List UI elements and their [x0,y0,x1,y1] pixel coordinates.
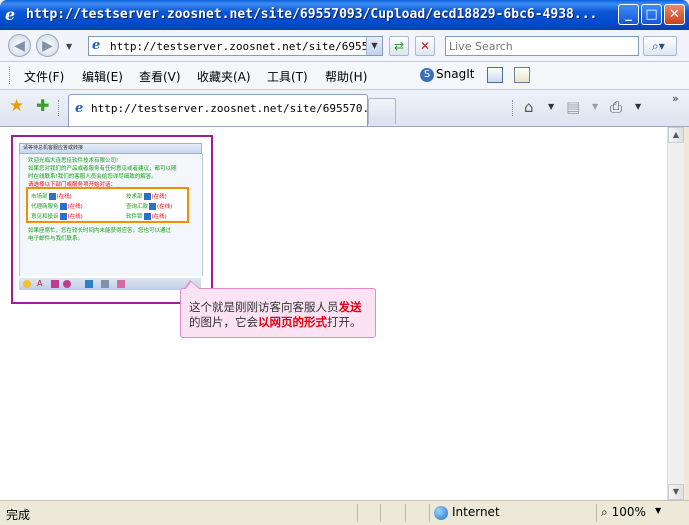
address-url[interactable]: http://testserver.zoosnet.net/site/69557… [110,40,366,53]
service-item[interactable]: 代理商服务 (在线) [31,202,83,210]
search-box[interactable] [445,36,639,56]
feeds-icon[interactable]: ▤ [566,98,580,116]
menu-tools[interactable]: 工具(T) [267,68,308,85]
welcome-line: 欢迎光临大连思佳软件技术有限公司! [28,158,119,164]
tab-active[interactable]: e http://testserver.zoosnet.net/site/695… [68,94,382,126]
embedded-screenshot: 请等待总机客服应答或转接 欢迎光临大连思佳软件技术有限公司! 如果您对我们的产品… [11,135,213,304]
forward-button[interactable]: ▶ [36,34,59,57]
annotation-callout: 这个就是刚刚访客向客服人员发送 的图片，它会以网页的形式打开。 [180,288,376,338]
vertical-scrollbar[interactable]: ▲ ▼ [667,127,684,500]
browser-window: e http://testserver.zoosnet.net/site/695… [0,0,689,525]
maximize-button[interactable]: □ [641,4,662,25]
snagit-icon: S [420,67,434,82]
title-bar[interactable]: e http://testserver.zoosnet.net/site/695… [0,0,689,30]
home-icon[interactable]: ⌂ [524,98,534,116]
recent-pages-dropdown[interactable]: ▼ [66,42,72,51]
new-tab-button[interactable] [368,98,396,124]
file-icon[interactable] [117,280,125,288]
qq-icon [59,203,67,210]
font-icon[interactable]: A [37,280,45,288]
print-chat-icon[interactable] [101,280,109,288]
status-divider [429,504,430,522]
callout-line-1: 这个就是刚刚访客向客服人员发送 [189,300,362,314]
stop-button[interactable]: ✕ [415,36,435,56]
tab-toolbar: ★ ✚ e http://testserver.zoosnet.net/site… [0,90,689,127]
callout-pointer-fill [186,282,199,289]
favorites-star-icon[interactable]: ★ [9,96,24,116]
screenshot-icon[interactable] [63,280,71,288]
menu-view[interactable]: 查看(V) [139,68,181,85]
info-line-2: 时在线联系!我们的客服人员会给您详尽细致的解答。 [28,174,157,180]
status-divider [380,504,381,522]
busy-line-2: 电子邮件与我们联系。 [28,236,84,242]
capture-edit-icon[interactable] [514,67,530,83]
menu-help[interactable]: 帮助(H) [325,68,367,85]
snagit-button[interactable]: S SnagIt [420,67,474,82]
status-divider [357,504,358,522]
status-divider [405,504,406,522]
embedded-header: 请等待总机客服应答或转接 [19,143,202,154]
address-toolbar: ◀ ▶ ▼ e http://testserver.zoosnet.net/si… [0,30,689,62]
menu-favorites[interactable]: 收藏夹(A) [197,68,251,85]
scroll-down-button[interactable]: ▼ [668,484,684,500]
service-item[interactable]: 查询汇款 (在线) [126,202,172,210]
menu-file[interactable]: 文件(F) [24,68,64,85]
info-line-1: 如果您对我们的产品或者服务有任何意见或者建议，都可以随 [28,166,177,172]
service-item[interactable]: 市场部 (在线) [31,192,72,200]
qq-icon [149,203,157,210]
emoticon-icon[interactable] [23,280,31,288]
status-divider [596,504,597,522]
tab-title: http://testserver.zoosnet.net/site/69557… [91,102,383,115]
command-grip [512,100,513,116]
snagit-label: SnagIt [436,67,475,81]
chat-panel: 欢迎光临大连思佳软件技术有限公司! 如果您对我们的产品或者服务有任何意见或者建议… [19,154,203,276]
tab-grip [58,100,59,116]
close-button[interactable]: ✕ [664,4,685,25]
service-list: 市场部 (在线) 技术部 (在线) 代理商服务 (在线) 查询汇款 (在线) 意见和投诉… [26,187,189,223]
search-input[interactable] [449,38,629,54]
status-bar: 完成 Internet ⌕ 100% ▼ [0,500,689,525]
menu-edit[interactable]: 编辑(E) [82,68,123,85]
zoom-level[interactable]: ⌕ 100% [601,505,646,520]
address-bar[interactable]: e http://testserver.zoosnet.net/site/695… [88,36,383,56]
save-icon[interactable] [85,280,93,288]
service-item[interactable]: 意见和投诉 (在线) [31,212,83,220]
page-favicon-icon: e [92,38,101,53]
print-dropdown[interactable]: ▼ [635,102,641,111]
qq-icon [143,193,151,200]
minimize-button[interactable]: _ [618,4,639,25]
menu-bar: 文件(F) 编辑(E) 查看(V) 收藏夹(A) 工具(T) 帮助(H) S Sn… [0,62,689,90]
chat-toolbar: A [19,278,201,290]
add-favorites-icon[interactable]: ✚ [36,96,49,115]
service-item[interactable]: 技术部 (在线) [126,192,167,200]
menu-grip[interactable] [9,67,13,84]
status-text: 完成 [6,508,31,522]
callout-line-2: 的图片，它会以网页的形式打开。 [189,315,362,329]
scroll-up-button[interactable]: ▲ [668,127,684,143]
search-icon: ⌕▾ [652,39,665,53]
qq-icon [48,193,56,200]
tab-favicon-icon: e [75,101,84,116]
window-title: http://testserver.zoosnet.net/site/69557… [26,7,598,22]
capture-window-icon[interactable] [487,67,503,83]
ie-logo-icon: e [5,5,16,24]
service-item[interactable]: 软件锁 (在线) [126,212,167,220]
busy-line-1: 如果座席忙，您在较长时间内未能获得应答，您也可以通过 [28,228,172,234]
more-tools-chevron-icon[interactable]: » [672,92,679,105]
qq-icon [143,213,151,220]
print-icon[interactable]: ⎙ [610,98,622,116]
refresh-button[interactable]: ⇄ [389,36,409,56]
search-button[interactable]: ⌕▾ [643,36,677,56]
window-border [684,127,689,500]
globe-icon [434,505,448,520]
image-icon[interactable] [51,280,59,288]
feeds-dropdown[interactable]: ▼ [592,102,598,111]
qq-icon [59,213,67,220]
home-dropdown[interactable]: ▼ [548,102,554,111]
back-button[interactable]: ◀ [8,34,31,57]
address-dropdown-button[interactable]: ▼ [366,37,382,55]
security-zone[interactable]: Internet [434,505,500,520]
zoom-icon: ⌕ [601,505,608,519]
zoom-dropdown[interactable]: ▼ [655,506,661,515]
